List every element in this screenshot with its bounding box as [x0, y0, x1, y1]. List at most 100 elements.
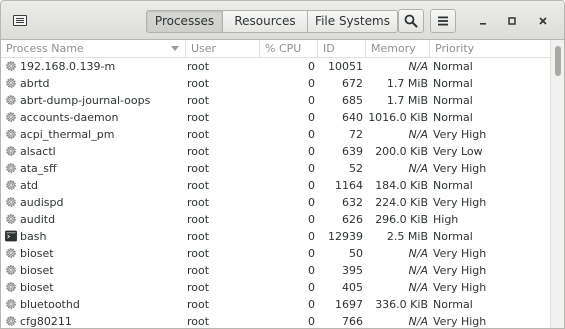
process-priority: Very High [433, 162, 487, 175]
process-name-cell: cfg80211 [5, 313, 181, 328]
process-priority: High [433, 213, 459, 226]
column-header-cpu[interactable]: % CPU [259, 40, 317, 57]
process-cpu: 0 [308, 162, 315, 175]
process-cpu: 0 [308, 128, 315, 141]
process-priority: Normal [433, 298, 473, 311]
process-memory: N/A [408, 128, 428, 141]
process-priority: Very High [433, 315, 487, 328]
maximize-icon [508, 17, 516, 25]
process-list: 192.168.0.139-m root 0 10051 N/A Normal abrtd r… [1, 58, 550, 328]
process-priority: Normal [433, 60, 473, 73]
column-label-user: User [191, 42, 217, 55]
process-name: bioset [20, 264, 54, 277]
process-user: root [187, 298, 210, 311]
process-memory: 224.0 KiB [375, 196, 428, 209]
table-row[interactable]: alsactl root 0 639 200.0 KiB Very Low [1, 143, 550, 160]
column-label-process-name: Process Name [6, 42, 84, 55]
tab-file-systems[interactable]: File Systems [308, 10, 398, 33]
minimize-button[interactable] [472, 10, 494, 32]
process-table-header: Process Name User % CPU ID Memory Priori… [1, 40, 550, 58]
process-priority: Normal [433, 111, 473, 124]
gear-icon [6, 129, 16, 139]
vertical-scrollbar[interactable] [550, 40, 564, 328]
process-id: 685 [342, 94, 363, 107]
process-id: 10051 [328, 60, 363, 73]
table-row[interactable]: abrtd root 0 672 1.7 MiB Normal [1, 75, 550, 92]
process-user: root [187, 179, 210, 192]
menu-button[interactable] [430, 9, 456, 33]
gear-icon [6, 248, 16, 258]
process-name-cell: bioset [5, 262, 181, 279]
process-name-cell: accounts-daemon [5, 109, 181, 126]
column-header-id[interactable]: ID [317, 40, 365, 57]
process-name: ata_sff [20, 162, 57, 175]
process-name: alsactl [20, 145, 56, 158]
table-row[interactable]: bioset root 0 50 N/A Very High [1, 245, 550, 262]
table-row[interactable]: bluetoothd root 0 1697 336.0 KiB Normal [1, 296, 550, 313]
system-monitor-window: Processes Resources File Systems Process… [0, 0, 565, 329]
app-menu-button[interactable] [7, 8, 33, 32]
tab-resources[interactable]: Resources [223, 10, 308, 33]
process-id: 1164 [335, 179, 363, 192]
column-header-priority[interactable]: Priority [429, 40, 550, 57]
table-row[interactable]: abrt-dump-journal-oops root 0 685 1.7 MiB Nor… [1, 92, 550, 109]
process-name-cell: bluetoothd [5, 296, 181, 313]
process-cpu: 0 [308, 94, 315, 107]
process-cpu: 0 [308, 179, 315, 192]
column-label-id: ID [323, 42, 335, 55]
table-row[interactable]: 192.168.0.139-m root 0 10051 N/A Normal [1, 58, 550, 75]
process-user: root [187, 94, 210, 107]
table-row[interactable]: cfg80211 root 0 766 N/A Very High [1, 313, 550, 328]
gear-icon [6, 214, 16, 224]
search-button[interactable] [398, 9, 424, 33]
sort-descending-icon [171, 46, 179, 51]
process-cpu: 0 [308, 315, 315, 328]
process-cpu: 0 [308, 196, 315, 209]
process-user: root [187, 128, 210, 141]
gear-icon [6, 197, 16, 207]
process-memory: N/A [408, 162, 428, 175]
gear-icon [6, 180, 16, 190]
process-priority: Very High [433, 281, 487, 294]
process-priority: Normal [433, 94, 473, 107]
gear-icon [6, 299, 16, 309]
maximize-button[interactable] [501, 10, 523, 32]
close-button[interactable] [532, 10, 554, 32]
process-memory: 296.0 KiB [375, 213, 428, 226]
process-cpu: 0 [308, 264, 315, 277]
process-memory: 336.0 KiB [375, 298, 428, 311]
table-row[interactable]: atd root 0 1164 184.0 KiB Normal [1, 177, 550, 194]
scrollbar-thumb[interactable] [555, 46, 561, 76]
close-icon [539, 17, 547, 25]
column-header-user[interactable]: User [185, 40, 259, 57]
process-user: root [187, 60, 210, 73]
process-memory: N/A [408, 281, 428, 294]
table-row[interactable]: accounts-daemon root 0 640 1016.0 KiB Normal [1, 109, 550, 126]
table-row[interactable]: auditd root 0 626 296.0 KiB High [1, 211, 550, 228]
process-cpu: 0 [308, 60, 315, 73]
process-cpu: 0 [308, 298, 315, 311]
process-memory: N/A [408, 315, 428, 328]
process-id: 52 [349, 162, 363, 175]
process-id: 639 [342, 145, 363, 158]
tab-processes[interactable]: Processes [146, 10, 223, 33]
table-row[interactable]: bash root 0 12939 2.5 MiB Normal [1, 228, 550, 245]
process-priority: Very High [433, 196, 487, 209]
column-header-process-name[interactable]: Process Name [1, 40, 185, 57]
table-row[interactable]: bioset root 0 405 N/A Very High [1, 279, 550, 296]
process-id: 50 [349, 247, 363, 260]
table-row[interactable]: bioset root 0 395 N/A Very High [1, 262, 550, 279]
table-row[interactable]: acpi_thermal_pm root 0 72 N/A Very High [1, 126, 550, 143]
process-name-cell: alsactl [5, 143, 181, 160]
gear-icon [6, 282, 16, 292]
process-name: abrt-dump-journal-oops [20, 94, 151, 107]
process-memory: N/A [408, 264, 428, 277]
table-row[interactable]: audispd root 0 632 224.0 KiB Very High [1, 194, 550, 211]
gear-icon [6, 61, 16, 71]
column-header-memory[interactable]: Memory [365, 40, 429, 57]
gear-icon [6, 146, 16, 156]
process-priority: Very High [433, 128, 487, 141]
process-priority: Very High [433, 247, 487, 260]
table-row[interactable]: ata_sff root 0 52 N/A Very High [1, 160, 550, 177]
process-name: atd [20, 179, 39, 192]
